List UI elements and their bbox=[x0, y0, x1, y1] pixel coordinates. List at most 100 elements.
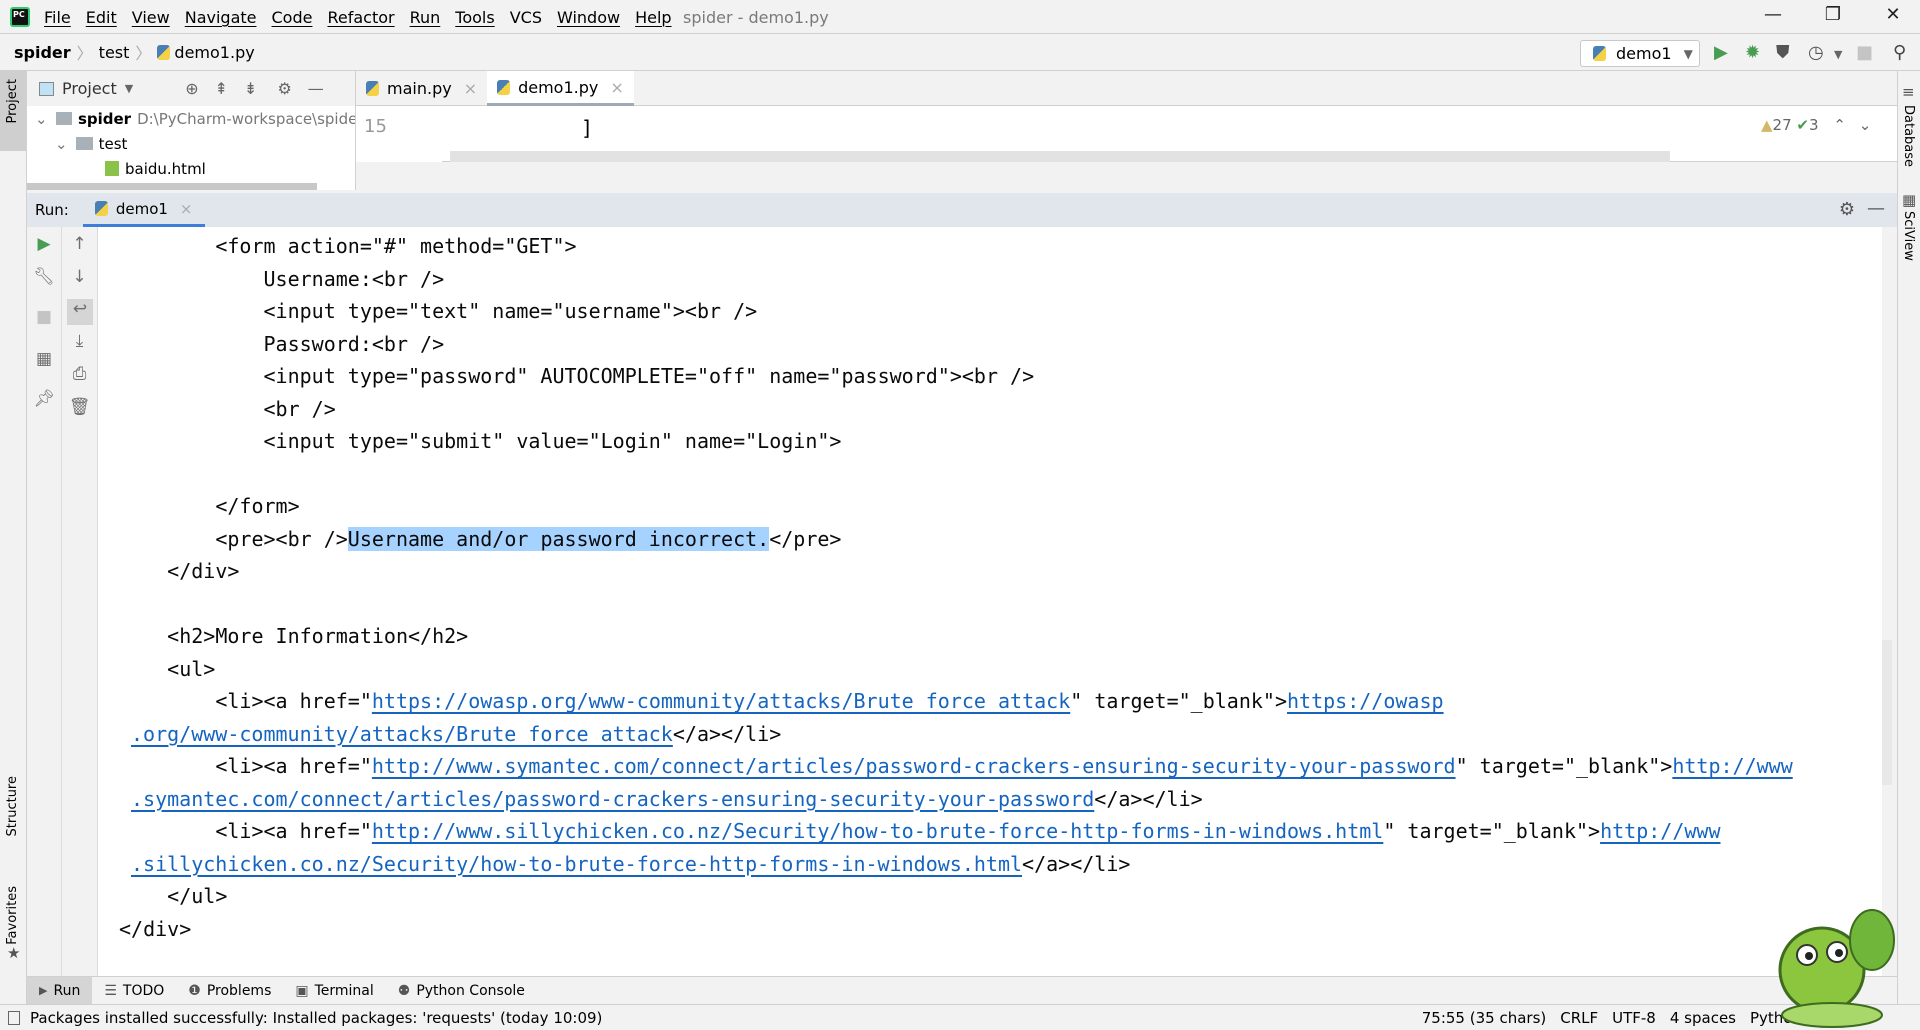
bottom-tab-problems[interactable]: ❶ Problems bbox=[176, 977, 283, 1005]
database-tool-button[interactable]: Database bbox=[1901, 105, 1916, 167]
run-config-selector[interactable]: demo1 ▼ bbox=[1580, 40, 1700, 67]
menu-file[interactable]: File bbox=[44, 8, 71, 27]
print-icon[interactable]: ⎙ bbox=[62, 364, 97, 384]
console-line: .symantec.com/connect/articles/password-… bbox=[98, 783, 1882, 816]
stop-icon[interactable]: ■ bbox=[27, 307, 61, 327]
window-title: spider - demo1.py bbox=[683, 8, 829, 27]
bottom-tab-terminal[interactable]: ▣ Terminal bbox=[283, 977, 385, 1005]
console-text: " target="_blank"> bbox=[1070, 689, 1288, 713]
breadcrumb-demo1[interactable]: demo1.py bbox=[174, 43, 254, 62]
expand-all-icon[interactable]: ⇞ bbox=[215, 79, 228, 98]
project-view-selector[interactable]: Project bbox=[62, 79, 117, 98]
file-encoding[interactable]: UTF-8 bbox=[1612, 1009, 1656, 1027]
run-tab-demo1[interactable]: demo1 × bbox=[82, 193, 205, 227]
menu-view[interactable]: View bbox=[132, 8, 170, 27]
typo-count: 3 bbox=[1809, 116, 1819, 134]
sciview-tool-button[interactable]: SciView bbox=[1901, 211, 1916, 261]
soft-wrap-icon[interactable]: ↩ bbox=[67, 299, 93, 325]
tree-item-baidu-html[interactable]: baidu.html bbox=[27, 156, 355, 181]
tree-item-test[interactable]: ⌄ test bbox=[27, 131, 355, 156]
coverage-icon[interactable]: ⛊ bbox=[1776, 42, 1790, 63]
gear-icon[interactable]: ⚙ bbox=[1839, 199, 1855, 220]
editor-horizontal-scrollbar[interactable] bbox=[450, 151, 1670, 162]
console-text: Password:<br /> bbox=[119, 331, 445, 356]
console-link[interactable]: http://www bbox=[1672, 754, 1792, 778]
console-link[interactable]: https://owasp bbox=[1287, 689, 1444, 713]
arrow-down-icon[interactable]: ↓ bbox=[62, 267, 97, 287]
breadcrumb-spider[interactable]: spider bbox=[14, 43, 71, 62]
search-icon[interactable]: ⚲ bbox=[1893, 42, 1906, 63]
layout-icon[interactable]: ▦ bbox=[27, 349, 61, 369]
console-output[interactable]: <form action="#" method="GET"> Username:… bbox=[98, 227, 1882, 976]
menu-window[interactable]: Window bbox=[557, 8, 620, 27]
menu-help[interactable]: Help bbox=[635, 8, 671, 27]
favorites-tool-button[interactable]: Favorites bbox=[5, 886, 20, 945]
console-text: <input type="submit" value="Login" name=… bbox=[119, 429, 842, 453]
profile-icon[interactable]: ◷ bbox=[1808, 42, 1824, 63]
scroll-to-end-icon[interactable]: ⤓ bbox=[62, 331, 97, 351]
line-separator[interactable]: CRLF bbox=[1560, 1009, 1598, 1027]
arrow-up-icon[interactable]: ↑ bbox=[62, 234, 97, 254]
console-link[interactable]: .sillychicken.co.nz/Security/how-to-brut… bbox=[131, 852, 1022, 876]
close-tab-icon[interactable]: × bbox=[610, 78, 623, 97]
chevron-down-icon: ▼ bbox=[1683, 46, 1693, 61]
structure-tool-button[interactable]: Structure bbox=[5, 776, 20, 836]
bottom-tab-run[interactable]: ▶ Run bbox=[27, 976, 93, 1005]
menu-code[interactable]: Code bbox=[272, 8, 313, 27]
wrench-icon[interactable]: 🔧︎ bbox=[27, 267, 61, 287]
tab-demo1-py[interactable]: demo1.py × bbox=[487, 71, 634, 106]
console-text: <input type="text" name="username"><br /… bbox=[119, 299, 758, 323]
caret-position[interactable]: 75:55 (35 chars) bbox=[1422, 1009, 1546, 1027]
problems-icon: ❶ bbox=[188, 982, 201, 999]
hide-icon[interactable]: — bbox=[1867, 198, 1885, 219]
locate-icon[interactable]: ⊕ bbox=[185, 79, 198, 98]
close-icon[interactable]: ✕ bbox=[1873, 4, 1913, 30]
run-icon[interactable]: ▶ bbox=[1714, 42, 1728, 63]
inspection-widget[interactable]: ▲27 ✔3 ⌃ ⌄ bbox=[1761, 116, 1871, 134]
trash-icon[interactable]: 🗑︎ bbox=[62, 397, 97, 417]
rerun-icon[interactable]: ▶ bbox=[27, 234, 61, 254]
restore-icon[interactable]: ❐ bbox=[1813, 4, 1853, 30]
console-link[interactable]: http://www.sillychicken.co.nz/Security/h… bbox=[372, 819, 1383, 843]
tree-item-spider[interactable]: ⌄ spider D:\PyCharm-workspace\spider bbox=[27, 106, 355, 131]
menu-tools[interactable]: Tools bbox=[455, 8, 494, 27]
close-tab-icon[interactable]: × bbox=[180, 200, 193, 218]
close-tab-icon[interactable]: × bbox=[464, 79, 477, 98]
breadcrumb-test[interactable]: test bbox=[99, 43, 130, 62]
collapse-all-icon[interactable]: ⇟ bbox=[244, 79, 257, 98]
minimize-icon[interactable]: — bbox=[1753, 4, 1793, 30]
menu-edit[interactable]: Edit bbox=[86, 8, 117, 27]
menu-vcs[interactable]: VCS bbox=[510, 8, 542, 27]
chevron-right-icon: 〉 bbox=[76, 44, 93, 63]
console-link[interactable]: https://owasp.org/www-community/attacks/… bbox=[372, 689, 1070, 713]
console-link[interactable]: http://www bbox=[1600, 819, 1720, 843]
pin-icon[interactable]: 📌︎ bbox=[27, 389, 61, 409]
console-text: </div> bbox=[119, 559, 240, 583]
chevron-down-icon[interactable]: ⌄ bbox=[1859, 116, 1872, 134]
menu-refactor[interactable]: Refactor bbox=[327, 8, 394, 27]
console-line: </ul> bbox=[98, 880, 1882, 913]
horizontal-scrollbar[interactable] bbox=[27, 183, 317, 190]
chevron-up-icon[interactable]: ⌃ bbox=[1833, 116, 1846, 134]
console-link[interactable]: .symantec.com/connect/articles/password-… bbox=[131, 787, 1094, 811]
code-editor[interactable]: 15 ] ▲27 ✔3 ⌃ ⌄ bbox=[356, 106, 1897, 162]
debug-icon[interactable]: ✹ bbox=[1745, 42, 1760, 63]
bottom-tab-python-console[interactable]: ⚉ Python Console bbox=[386, 977, 537, 1005]
indent-setting[interactable]: 4 spaces bbox=[1670, 1009, 1736, 1027]
console-link[interactable]: .org/www-community/attacks/Brute_force_a… bbox=[131, 722, 673, 746]
event-log-icon[interactable] bbox=[8, 1010, 20, 1025]
menu-run[interactable]: Run bbox=[410, 8, 441, 27]
chevron-down-icon[interactable]: ▼ bbox=[1834, 48, 1842, 61]
project-tool-button[interactable]: Project bbox=[0, 71, 26, 151]
stop-icon[interactable]: ■ bbox=[1856, 42, 1873, 63]
console-vertical-scrollbar[interactable] bbox=[1882, 640, 1892, 785]
bottom-tab-todo[interactable]: ☰ TODO bbox=[92, 977, 176, 1005]
hide-icon[interactable]: — bbox=[308, 79, 324, 98]
tab-main-py[interactable]: main.py × bbox=[356, 71, 487, 106]
chevron-down-icon[interactable]: ▼ bbox=[125, 82, 133, 95]
gear-icon[interactable]: ⚙ bbox=[277, 79, 291, 98]
menu-navigate[interactable]: Navigate bbox=[185, 8, 257, 27]
console-link[interactable]: http://www.symantec.com/connect/articles… bbox=[372, 754, 1456, 778]
console-line: <input type="password" AUTOCOMPLETE="off… bbox=[98, 360, 1882, 393]
status-message[interactable]: Packages installed successfully: Install… bbox=[30, 1009, 602, 1027]
